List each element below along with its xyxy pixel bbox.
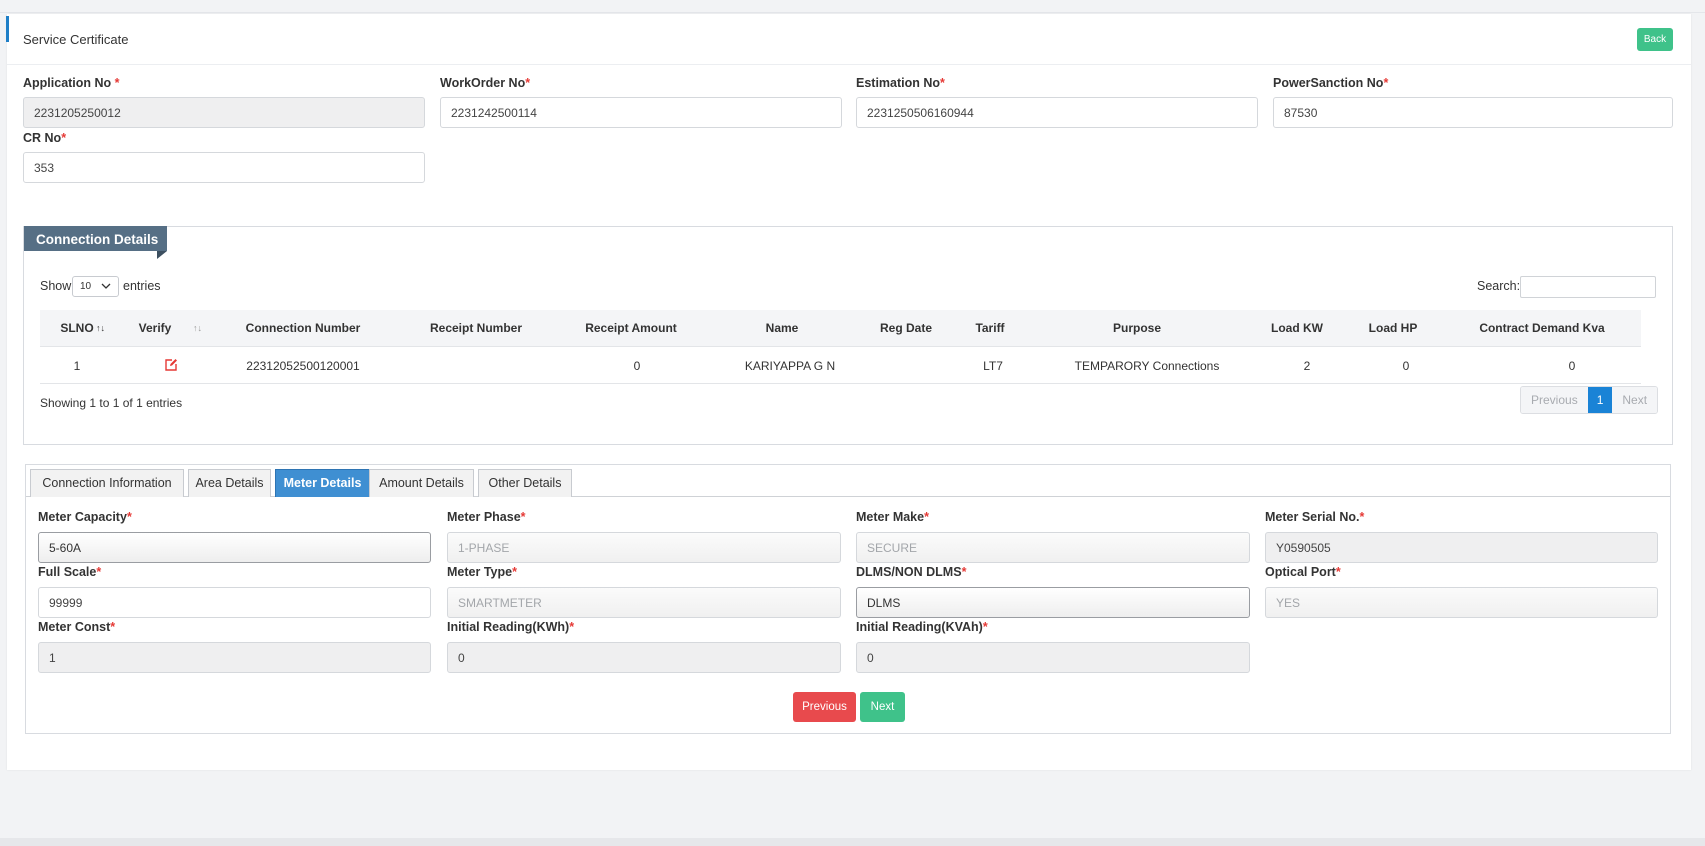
meter-serial-label: Meter Serial No.* xyxy=(1265,510,1365,524)
pagination-previous[interactable]: Previous xyxy=(1521,387,1588,413)
column-header-name[interactable]: Name xyxy=(766,321,799,335)
column-header-receipt-number[interactable]: Receipt Number xyxy=(430,321,522,335)
cell-name: KARIYAPPA G N xyxy=(744,359,836,373)
column-header-verify[interactable]: Verify xyxy=(139,321,172,335)
card-header: Service Certificate Back xyxy=(6,14,1691,65)
column-header-tariff[interactable]: Tariff xyxy=(975,321,1004,335)
column-header-receipt-amount[interactable]: Receipt Amount xyxy=(585,321,677,335)
cr-no-input[interactable] xyxy=(23,152,425,183)
cell-contract-demand: 0 xyxy=(1568,359,1576,373)
cell-load-hp: 0 xyxy=(1402,359,1410,373)
estimation-no-label: Estimation No* xyxy=(856,76,945,90)
initial-reading-kvah-label: Initial Reading(KVAh)* xyxy=(856,620,988,634)
column-header-connection-number[interactable]: Connection Number xyxy=(246,321,361,335)
search-label: Search: xyxy=(1477,279,1521,293)
table-row: 1 22312052500120001 0 KARIYAPPA G N LT7 … xyxy=(40,347,1641,384)
cell-load-kw: 2 xyxy=(1303,359,1311,373)
sort-icon[interactable]: ↑↓ xyxy=(96,323,105,333)
initial-reading-kwh-label: Initial Reading(KWh)* xyxy=(447,620,575,634)
meter-const-input[interactable] xyxy=(38,642,431,673)
optical-port-label: Optical Port* xyxy=(1265,565,1341,579)
tab-connection-information[interactable]: Connection Information xyxy=(30,469,184,497)
entries-select-value: 10 xyxy=(80,281,92,292)
meter-serial-input[interactable] xyxy=(1265,532,1658,563)
page-title: Service Certificate xyxy=(23,32,129,47)
meter-const-label: Meter Const* xyxy=(38,620,116,634)
powersanction-no-input[interactable] xyxy=(1273,97,1673,128)
tab-area-details[interactable]: Area Details xyxy=(188,469,271,497)
sort-icon[interactable]: ↑↓ xyxy=(193,323,202,333)
meter-type-select[interactable] xyxy=(447,587,841,618)
tab-bar: Connection Information Area Details Mete… xyxy=(26,465,1670,497)
full-scale-input[interactable] xyxy=(38,587,431,618)
top-divider xyxy=(0,12,1705,13)
cr-no-label: CR No* xyxy=(23,131,67,145)
application-no-input[interactable] xyxy=(23,97,425,128)
edit-icon[interactable] xyxy=(164,358,178,372)
meter-capacity-label: Meter Capacity* xyxy=(38,510,132,524)
initial-reading-kwh-input[interactable] xyxy=(447,642,841,673)
tab-amount-details[interactable]: Amount Details xyxy=(369,469,474,497)
estimation-no-input[interactable] xyxy=(856,97,1258,128)
powersanction-no-label: PowerSanction No* xyxy=(1273,76,1389,90)
meter-type-label: Meter Type* xyxy=(447,565,517,579)
workorder-no-label: WorkOrder No* xyxy=(440,76,531,90)
show-label: Show xyxy=(40,279,72,293)
search-input[interactable] xyxy=(1520,276,1656,298)
details-tab-panel: Connection Information Area Details Mete… xyxy=(25,464,1671,734)
dlms-label: DLMS/NON DLMS* xyxy=(856,565,967,579)
meter-phase-select[interactable] xyxy=(447,532,841,563)
ribbon-tail xyxy=(157,251,167,259)
cell-slno: 1 xyxy=(73,359,81,373)
full-scale-label: Full Scale* xyxy=(38,565,102,579)
cell-tariff: LT7 xyxy=(983,359,1003,373)
table-header: SLNO ↑↓ Verify ↑↓ Connection Number Rece… xyxy=(40,310,1641,347)
workorder-no-input[interactable] xyxy=(440,97,842,128)
column-header-contract-demand[interactable]: Contract Demand Kva xyxy=(1479,321,1604,335)
next-button[interactable]: Next xyxy=(860,692,905,722)
cell-purpose: TEMPARORY Connections xyxy=(1074,359,1220,373)
pagination-page-1[interactable]: 1 xyxy=(1587,387,1613,413)
meter-make-label: Meter Make* xyxy=(856,510,929,524)
meter-phase-label: Meter Phase* xyxy=(447,510,526,524)
connection-details-title: Connection Details xyxy=(24,226,167,251)
pagination-next[interactable]: Next xyxy=(1612,387,1658,413)
column-header-load-hp[interactable]: Load HP xyxy=(1369,321,1418,335)
entries-select[interactable]: 10 xyxy=(72,276,119,297)
cell-receipt-amount: 0 xyxy=(633,359,641,373)
dlms-select[interactable] xyxy=(856,587,1250,618)
tab-other-details[interactable]: Other Details xyxy=(478,469,572,497)
cell-connection-number: 22312052500120001 xyxy=(246,359,360,373)
connection-details-panel: Connection Details Show 10 entries Searc… xyxy=(23,226,1673,445)
initial-reading-kvah-input[interactable] xyxy=(856,642,1250,673)
column-header-purpose[interactable]: Purpose xyxy=(1113,321,1161,335)
meter-capacity-select[interactable] xyxy=(38,532,431,563)
back-button[interactable]: Back xyxy=(1637,28,1673,51)
page-footer-strip xyxy=(0,838,1705,846)
header-accent-bar xyxy=(6,16,9,42)
chevron-down-icon xyxy=(101,279,111,296)
previous-button[interactable]: Previous xyxy=(793,692,856,722)
tab-meter-details[interactable]: Meter Details xyxy=(275,469,370,497)
application-no-label: Application No * xyxy=(23,76,120,90)
column-header-slno[interactable]: SLNO xyxy=(60,321,93,335)
entries-label: entries xyxy=(123,279,161,293)
table-info: Showing 1 to 1 of 1 entries xyxy=(40,396,183,410)
column-header-reg-date[interactable]: Reg Date xyxy=(880,321,932,335)
column-header-load-kw[interactable]: Load KW xyxy=(1271,321,1323,335)
pagination: Previous 1 Next xyxy=(1520,386,1659,414)
optical-port-select[interactable] xyxy=(1265,587,1658,618)
meter-make-select[interactable] xyxy=(856,532,1250,563)
